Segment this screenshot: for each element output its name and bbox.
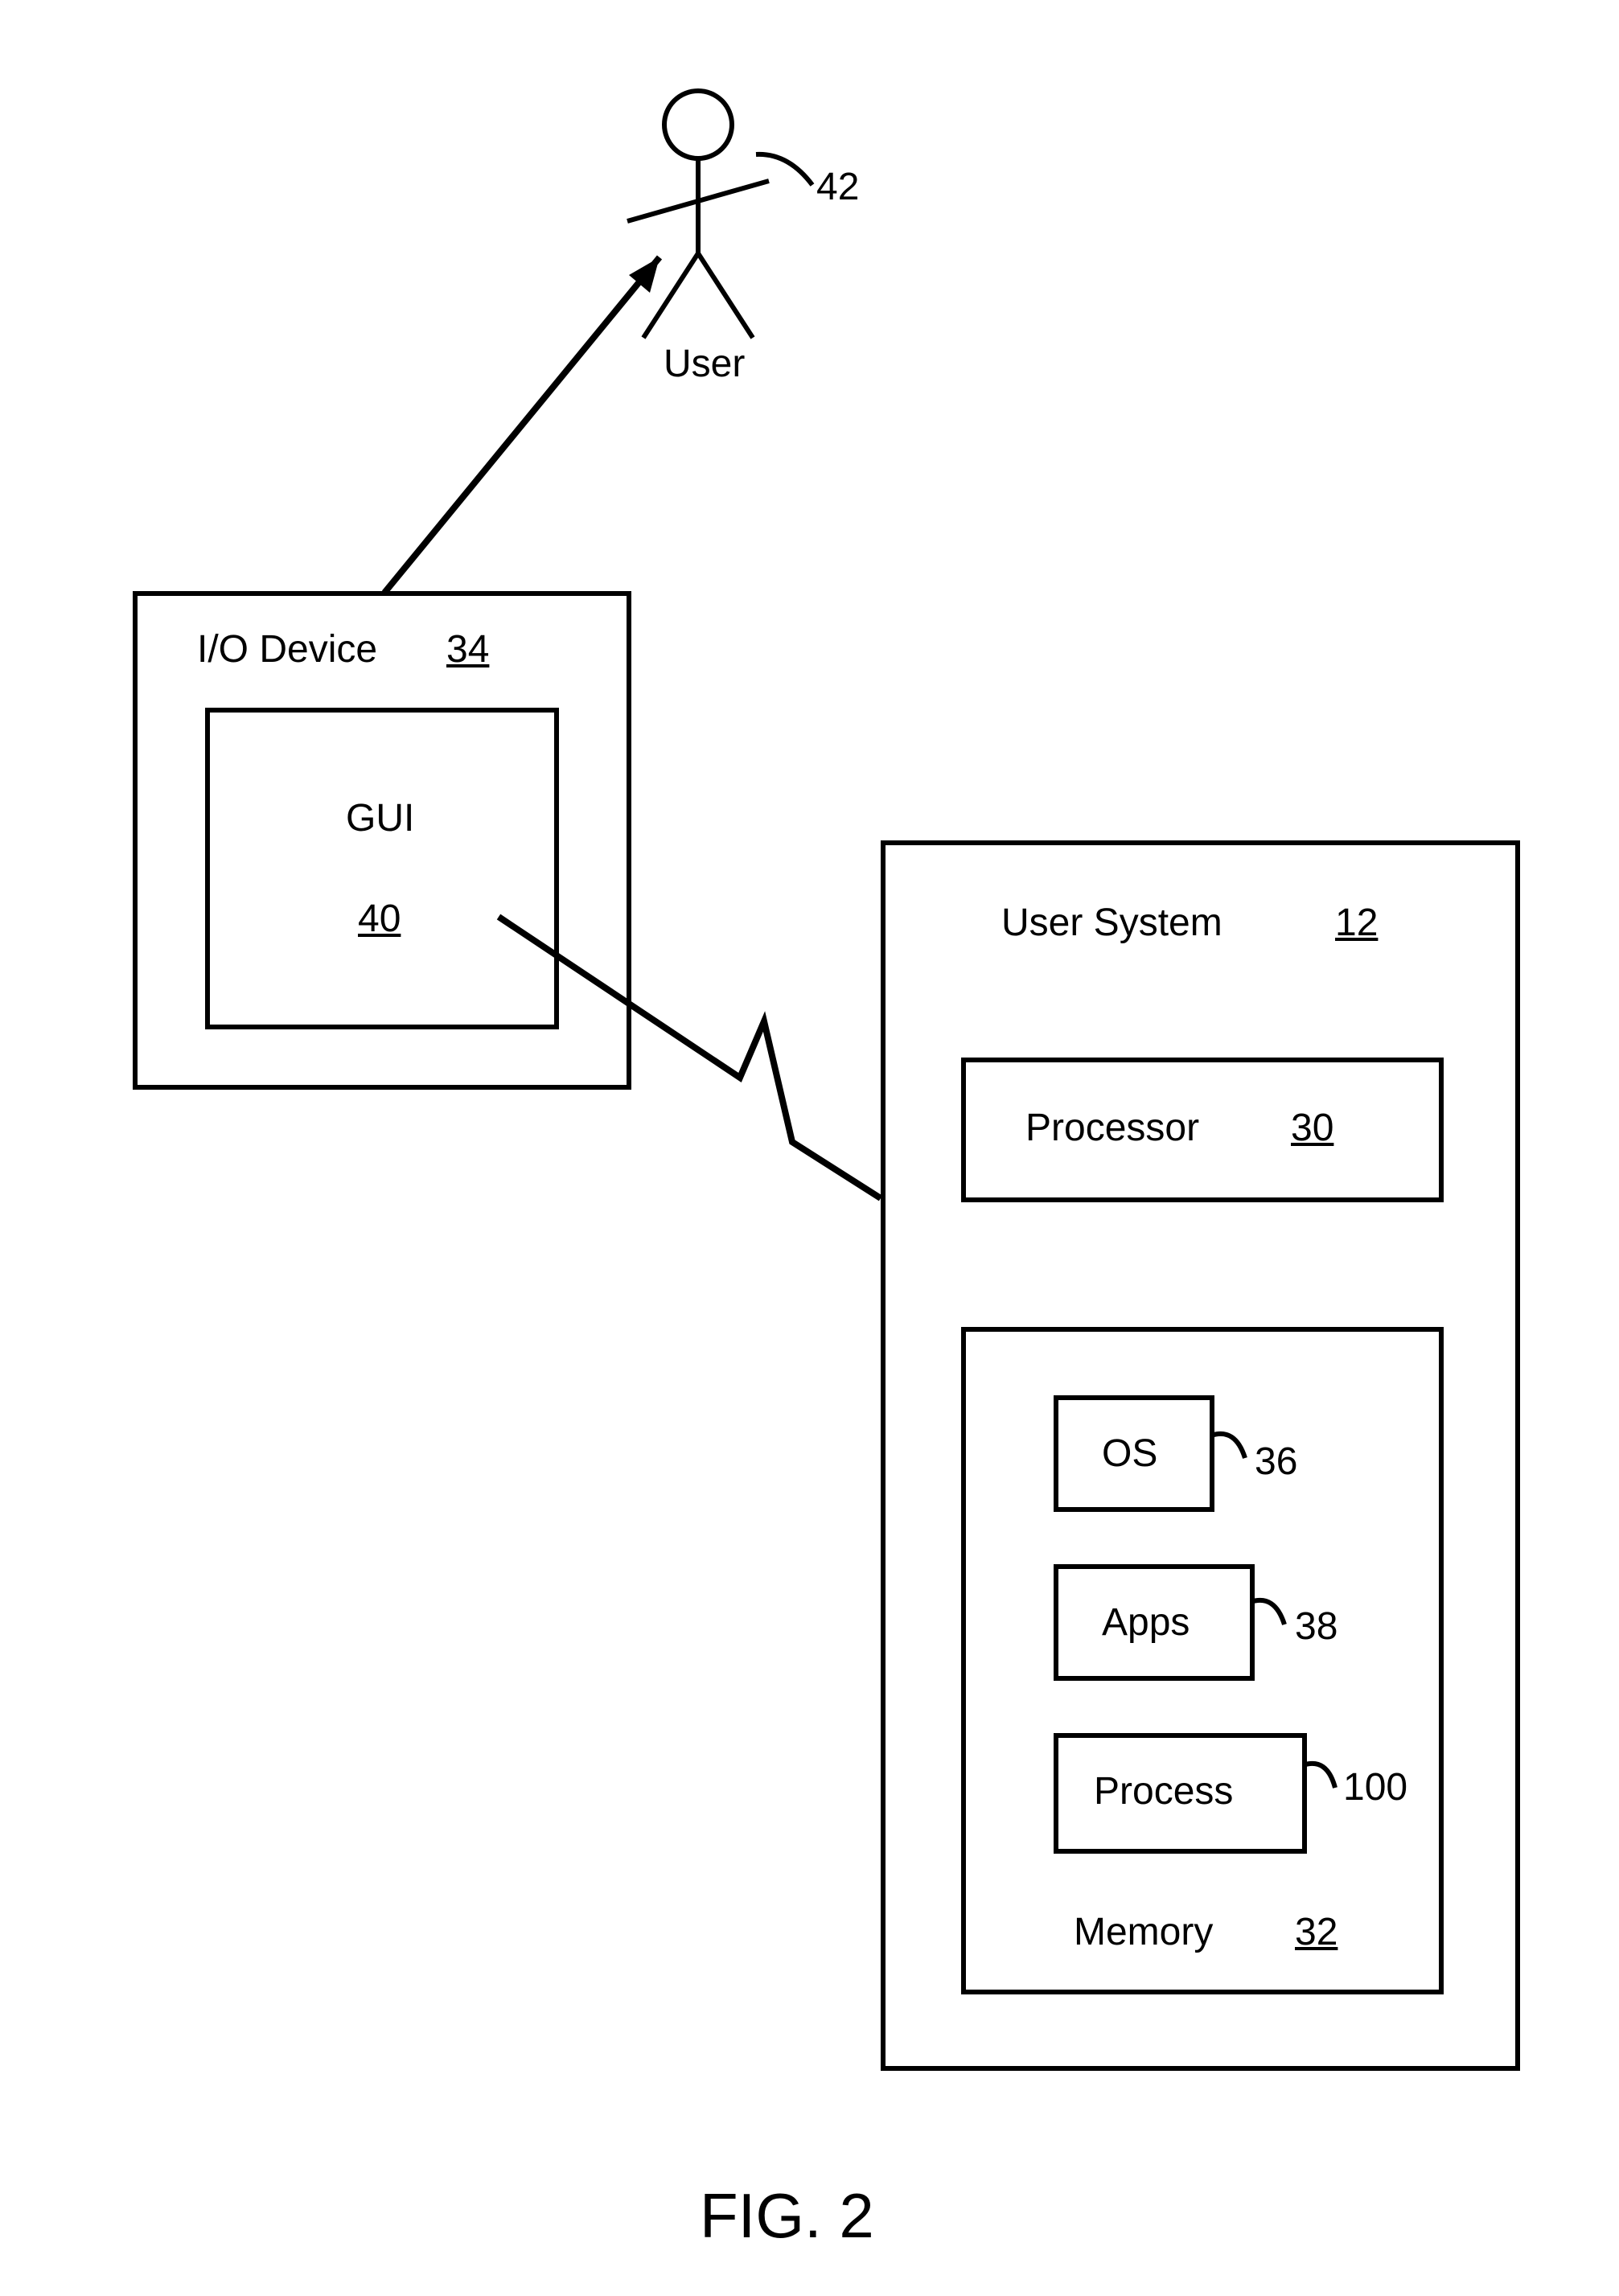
process-label: Process [1094, 1769, 1233, 1813]
io-device-label: I/O Device [197, 627, 377, 672]
os-label: OS [1102, 1431, 1157, 1476]
user-system-label: User System [1001, 901, 1222, 945]
memory-ref: 32 [1295, 1910, 1338, 1954]
io-device-ref: 34 [446, 627, 489, 672]
gui-label: GUI [346, 796, 414, 840]
memory-label: Memory [1074, 1910, 1213, 1954]
apps-ref: 38 [1295, 1604, 1338, 1649]
figure-label: FIG. 2 [700, 2179, 874, 2253]
processor-ref: 30 [1291, 1106, 1333, 1150]
gui-ref: 40 [358, 897, 401, 941]
apps-label: Apps [1102, 1600, 1190, 1645]
processor-label: Processor [1025, 1106, 1199, 1150]
user-label: User [664, 342, 745, 386]
process-ref: 100 [1343, 1765, 1407, 1809]
diagram-stage: User 42 I/O Device 34 GUI 40 User System… [0, 0, 1619, 2296]
gui-box [205, 708, 559, 1029]
user-system-ref: 12 [1335, 901, 1378, 945]
user-ref: 42 [816, 165, 859, 209]
os-ref: 36 [1255, 1440, 1297, 1484]
